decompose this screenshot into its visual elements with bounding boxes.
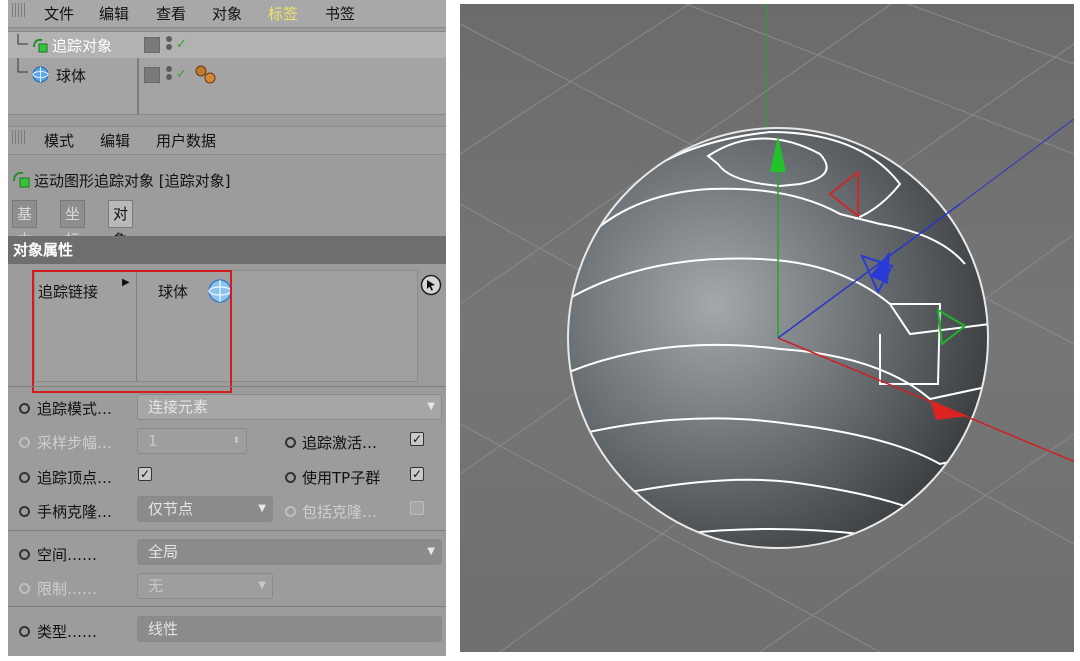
menu-tags[interactable]: 标签 (268, 3, 298, 24)
attribute-manager-menubar: 模式 编辑 用户数据 (8, 126, 446, 155)
pick-arrow-icon[interactable] (420, 274, 442, 296)
tree-branch-icon (17, 34, 28, 45)
trace-mode-dropdown[interactable]: 连接元素 ▼ (137, 394, 442, 420)
use-tp-subgroup-radio[interactable] (285, 472, 296, 483)
highlight-box (32, 270, 232, 393)
menu-edit-attr[interactable]: 编辑 (100, 130, 130, 151)
left-panel: 文件 编辑 查看 对象 标签 书签 追踪对象 ✓ 球体 ✓ 模式 编辑 用户数据… (8, 0, 446, 656)
include-clones-radio[interactable] (285, 506, 296, 517)
tab-basic[interactable]: 基本 (12, 200, 38, 249)
type-radio[interactable] (19, 626, 30, 637)
tree-row-sphere[interactable]: 球体 ✓ (8, 58, 446, 88)
sample-step-label: 采样步幅… (37, 434, 113, 452)
object-tree: 追踪对象 ✓ 球体 ✓ (8, 31, 446, 115)
space-value: 全局 (148, 543, 179, 561)
menu-file[interactable]: 文件 (44, 3, 74, 24)
type-dropdown[interactable]: 线性 (137, 616, 442, 642)
sample-step-value: 1 (148, 432, 158, 450)
limit-value: 无 (148, 577, 164, 595)
sphere-object-icon (32, 66, 49, 83)
trace-active-radio[interactable] (285, 437, 296, 448)
enabled-check-icon[interactable]: ✓ (176, 67, 187, 82)
menu-edit[interactable]: 编辑 (99, 3, 129, 24)
include-clones-checkbox[interactable] (410, 501, 424, 515)
limit-dropdown[interactable]: 无 ▼ (137, 573, 273, 599)
trace-active-checkbox[interactable]: ✓ (410, 432, 424, 446)
layer-square-icon[interactable] (144, 37, 160, 53)
tree-branch-icon (17, 58, 28, 73)
handle-clone-radio[interactable] (19, 506, 30, 517)
viewport[interactable] (460, 4, 1074, 652)
divider (8, 386, 446, 387)
trace-active-label: 追踪激活… (302, 434, 378, 452)
trace-mode-radio[interactable] (19, 403, 30, 414)
limit-radio[interactable] (19, 583, 30, 594)
object-manager-menubar: 文件 编辑 查看 对象 标签 书签 (8, 0, 446, 28)
viewport-canvas[interactable] (460, 4, 1074, 652)
tab-object[interactable]: 对象 (108, 200, 134, 249)
tree-label-sphere[interactable]: 球体 (56, 65, 86, 86)
divider (8, 530, 446, 531)
menu-mode[interactable]: 模式 (44, 130, 74, 151)
space-label: 空间…… (37, 546, 98, 564)
handle-clone-dropdown[interactable]: 仅节点 ▼ (137, 496, 273, 522)
type-label: 类型…… (37, 623, 98, 641)
use-tp-subgroup-checkbox[interactable]: ✓ (410, 467, 424, 481)
include-clones-label: 包括克隆… (302, 503, 378, 521)
menu-user-data[interactable]: 用户数据 (156, 130, 216, 151)
tracer-object-icon (13, 171, 30, 188)
enabled-check-icon[interactable]: ✓ (176, 37, 187, 52)
chevron-down-icon: ▼ (427, 546, 435, 557)
tracer-object-icon (33, 38, 48, 53)
section-title: 对象属性 (8, 236, 446, 264)
trace-mode-label: 追踪模式… (37, 400, 113, 418)
trace-vertices-checkbox[interactable]: ✓ (138, 467, 152, 481)
stepper-arrows-icon: ⬍ (232, 436, 240, 446)
sample-step-stepper[interactable]: 1 ⬍ (137, 428, 247, 454)
chevron-down-icon: ▼ (427, 401, 435, 412)
tree-label-tracer[interactable]: 追踪对象 (52, 35, 112, 56)
space-dropdown[interactable]: 全局 ▼ (137, 539, 442, 565)
menu-objects[interactable]: 对象 (212, 3, 242, 24)
handle-clone-label: 手柄克隆… (37, 503, 113, 521)
material-tag-icon[interactable] (194, 64, 218, 86)
type-value: 线性 (148, 620, 179, 638)
menu-bookmarks[interactable]: 书签 (325, 3, 355, 24)
panel-grip-icon[interactable] (12, 3, 26, 17)
sample-step-radio[interactable] (19, 437, 30, 448)
panel-grip-icon[interactable] (12, 130, 26, 144)
limit-label: 限制…… (37, 580, 98, 598)
divider (8, 606, 446, 607)
visibility-dots-icon[interactable] (166, 66, 174, 82)
use-tp-subgroup-label: 使用TP子群 (302, 469, 381, 487)
tree-row-tracer[interactable]: 追踪对象 ✓ (8, 32, 446, 58)
menu-view[interactable]: 查看 (156, 3, 186, 24)
trace-mode-value: 连接元素 (148, 398, 209, 416)
chevron-down-icon: ▼ (258, 503, 266, 514)
object-header-title: 运动图形追踪对象 [追踪对象] (34, 172, 231, 190)
tab-coordinates[interactable]: 坐标 (60, 200, 86, 249)
handle-clone-value: 仅节点 (148, 500, 194, 518)
trace-vertices-radio[interactable] (19, 472, 30, 483)
object-header: 运动图形追踪对象 [追踪对象] (8, 166, 446, 194)
space-radio[interactable] (19, 549, 30, 560)
visibility-dots-icon[interactable] (166, 36, 174, 52)
trace-vertices-label: 追踪顶点… (37, 469, 113, 487)
layer-square-icon[interactable] (144, 67, 160, 83)
chevron-down-icon: ▼ (258, 580, 266, 591)
